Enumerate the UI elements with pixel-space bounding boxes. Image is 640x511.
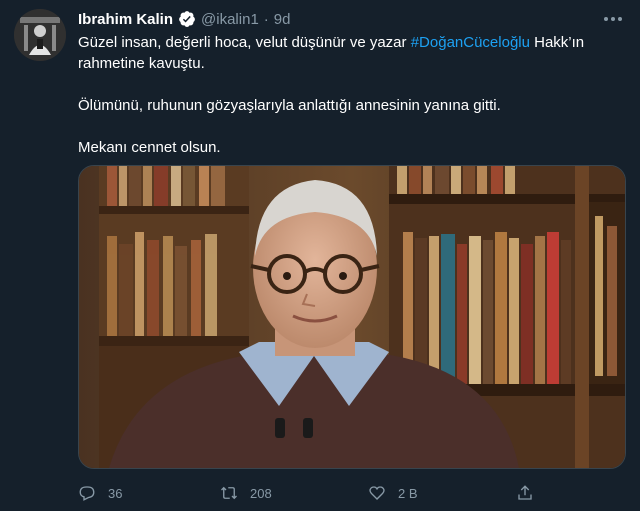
- photo-portrait-image: [79, 166, 625, 468]
- tweet-paragraph-2: Ölümünü, ruhunun gözyaşlarıyla anlattığı…: [78, 97, 501, 114]
- like-count: 2 B: [398, 485, 418, 501]
- share-button[interactable]: [516, 484, 534, 502]
- author-handle[interactable]: @ikalin1: [201, 11, 259, 28]
- more-icon[interactable]: [602, 9, 624, 29]
- heart-icon: [369, 486, 385, 500]
- reply-button[interactable]: 36: [78, 484, 122, 502]
- tweet-photo[interactable]: [78, 165, 626, 469]
- reply-count: 36: [108, 485, 123, 501]
- tweet-paragraph-3: Mekanı cennet olsun.: [78, 139, 221, 156]
- tweet: Ibrahim Kalin @ikalin1 · 9d Güzel insan,…: [0, 0, 640, 511]
- hashtag-link[interactable]: #DoğanCüceloğlu: [411, 34, 530, 51]
- retweet-count: 208: [250, 485, 272, 501]
- tweet-text: Güzel insan, değerli hoca, velut düşünür…: [78, 32, 626, 179]
- author-name[interactable]: Ibrahim Kalin: [78, 11, 173, 28]
- header-separator: ·: [263, 10, 269, 28]
- tweet-header: Ibrahim Kalin @ikalin1 · 9d: [78, 9, 290, 29]
- avatar[interactable]: [14, 9, 66, 61]
- share-icon: [518, 485, 532, 500]
- reply-icon: [79, 486, 95, 501]
- tweet-text-segment: Güzel insan, değerli hoca, velut düşünür…: [78, 34, 411, 51]
- timestamp[interactable]: 9d: [274, 11, 291, 28]
- tweet-actions: 36 208 2 B: [78, 481, 598, 505]
- verified-badge-icon: [178, 10, 196, 28]
- retweet-icon: [221, 486, 237, 500]
- like-button[interactable]: 2 B: [368, 484, 418, 502]
- tweet-paragraph-1: Güzel insan, değerli hoca, velut düşünür…: [78, 32, 626, 74]
- retweet-button[interactable]: 208: [220, 484, 272, 502]
- avatar-image: [14, 9, 66, 61]
